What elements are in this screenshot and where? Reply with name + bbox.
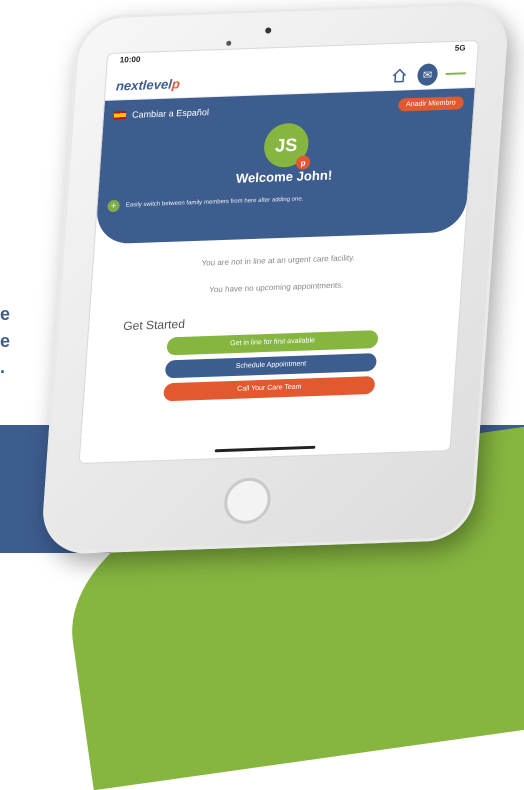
app-screen: 10:00 5G nextlevelp ✉ Cambiar a Español … [78,40,480,464]
get-in-line-button[interactable]: Get in line for first available [166,330,379,356]
side-text-3: . [0,357,6,377]
logo-mark: p [171,75,181,92]
menu-icon[interactable] [445,63,466,84]
chat-icon: ✉ [416,63,439,86]
avatar[interactable]: JS p [262,122,311,170]
chat-button[interactable]: ✉ [416,63,439,86]
family-switch-hint: + Easily switch between family members f… [107,188,458,213]
avatar-initials: JS [274,134,299,156]
logo-text-level: level [142,76,173,93]
side-text-1: e [0,304,11,324]
status-time: 10:00 [119,54,141,65]
get-started-heading: Get Started [122,316,186,334]
urgent-care-message: You are not in line at an urgent care fa… [201,253,356,268]
phone-speaker [265,27,272,34]
plus-icon[interactable]: + [107,199,121,213]
status-network: 5G [454,43,466,53]
app-logo[interactable]: nextlevelp [116,76,181,93]
appointments-message: You have no upcoming appointments. [208,280,344,295]
hero-top-row: Cambiar a Español Anadir Miembro [113,96,465,121]
home-icon[interactable] [389,65,410,86]
phone-home-button[interactable] [222,477,273,525]
phone-camera [226,40,232,46]
welcome-hero: Cambiar a Español Anadir Miembro JS p We… [94,87,475,245]
hint-text: Easily switch between family members fro… [125,196,304,209]
spain-flag-icon [113,110,127,119]
logo-text-next: next [115,77,144,94]
side-text-2: e [0,331,11,351]
call-care-team-button[interactable]: Call Your Care Team [163,375,376,402]
phone-device: 10:00 5G nextlevelp ✉ Cambiar a Español … [40,1,510,555]
schedule-appointment-button[interactable]: Schedule Appointment [164,353,378,379]
language-toggle-link[interactable]: Cambiar a Español [132,107,210,120]
home-indicator-bar [214,445,316,453]
add-member-button[interactable]: Anadir Miembro [397,96,465,112]
